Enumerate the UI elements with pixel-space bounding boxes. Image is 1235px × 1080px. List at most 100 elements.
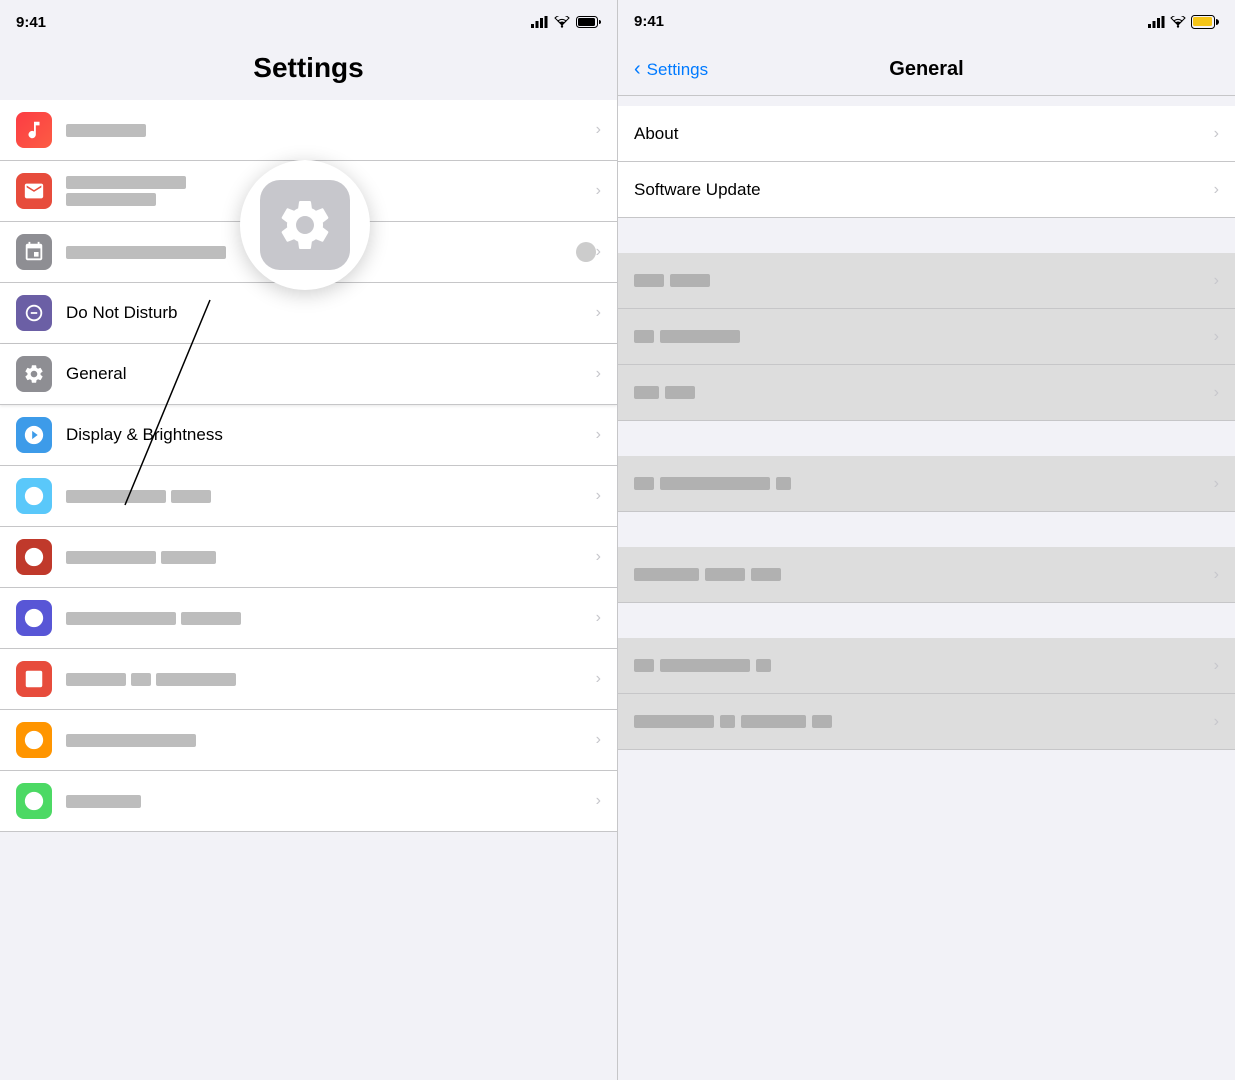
list-item-12[interactable]: ›: [0, 771, 617, 832]
list-item-9[interactable]: ›: [0, 588, 617, 649]
blurred-12a: [66, 795, 141, 808]
blur-r3: [634, 386, 695, 399]
chevron-icon: ›: [596, 182, 601, 200]
blurred-10a: [66, 673, 126, 686]
display-icon: [16, 417, 52, 453]
gear-circle-overlay: [240, 160, 370, 290]
right-item-r4[interactable]: ›: [618, 456, 1235, 512]
blur-block-r6b: [660, 659, 750, 672]
section-gap-top: [618, 96, 1235, 106]
chevron-icon: ›: [596, 304, 601, 322]
right-status-icons: [1148, 15, 1219, 29]
blur-block-r1b: [670, 274, 710, 287]
blurred-text-3: [66, 246, 226, 259]
back-label: Settings: [647, 60, 708, 80]
right-item-r2[interactable]: ›: [618, 309, 1235, 365]
right-item-r6[interactable]: ›: [618, 638, 1235, 694]
do-not-disturb-label: Do Not Disturb: [66, 303, 596, 323]
blur-r4: [634, 477, 791, 490]
blurred-11a: [66, 734, 196, 747]
item8-icon: [16, 539, 52, 575]
blur-r2: [634, 330, 740, 343]
list-item-11[interactable]: ›: [0, 710, 617, 771]
right-item-software-update[interactable]: Software Update ›: [618, 162, 1235, 218]
section-divider-3: [618, 512, 1235, 547]
general-icon: [16, 356, 52, 392]
display-label: Display & Brightness: [66, 425, 596, 445]
right-item-r5[interactable]: ›: [618, 547, 1235, 603]
blurred-10c: [156, 673, 236, 686]
blur-block-r7c: [741, 715, 806, 728]
chevron-r1: ›: [1214, 272, 1219, 290]
blur-block-r4b: [660, 477, 770, 490]
blur-block-r7d: [812, 715, 832, 728]
right-item-r1[interactable]: ›: [618, 253, 1235, 309]
right-panel: 9:41 ‹ Settings General About ›: [617, 0, 1235, 1080]
blur-block-r1a: [634, 274, 664, 287]
right-item-r7[interactable]: ›: [618, 694, 1235, 750]
chevron-icon: ›: [596, 731, 601, 749]
chevron-icon: ›: [596, 243, 601, 261]
list-item-general[interactable]: General ›: [0, 344, 617, 405]
software-update-label: Software Update: [634, 180, 1214, 200]
chevron-r6: ›: [1214, 657, 1219, 675]
blurred-text-2a: [66, 176, 186, 189]
list-item-do-not-disturb[interactable]: Do Not Disturb ›: [0, 283, 617, 344]
badge: [576, 242, 596, 262]
list-item-display[interactable]: Display & Brightness ›: [0, 405, 617, 466]
chevron-icon: ›: [596, 609, 601, 627]
blur-block-r7b: [720, 715, 735, 728]
right-battery-icon: [1191, 15, 1219, 29]
list-item-10[interactable]: ›: [0, 649, 617, 710]
blur-block-r7a: [634, 715, 714, 728]
right-nav-title: General: [889, 58, 963, 81]
blur-r1: [634, 274, 710, 287]
signal-icon: [531, 16, 548, 28]
wifi-icon: [554, 16, 570, 28]
blur-block-r2a: [634, 330, 654, 343]
chevron-r4: ›: [1214, 475, 1219, 493]
blur-block-r6a: [634, 659, 654, 672]
list-item-music[interactable]: ›: [0, 100, 617, 161]
chevron-r2: ›: [1214, 328, 1219, 346]
item2-icon: [16, 173, 52, 209]
blurred-9a: [66, 612, 176, 625]
item11-icon: [16, 722, 52, 758]
right-item-r3[interactable]: ›: [618, 365, 1235, 421]
section-divider-1: [618, 218, 1235, 253]
blurred-10b: [131, 673, 151, 686]
battery-icon: [576, 16, 601, 28]
item12-icon: [16, 783, 52, 819]
list-item-7[interactable]: ›: [0, 466, 617, 527]
gear-icon-large: [260, 180, 350, 270]
blur-block-r5a: [634, 568, 699, 581]
right-nav-bar: ‹ Settings General: [618, 44, 1235, 96]
chevron-r5: ›: [1214, 566, 1219, 584]
blur-block-r6c: [756, 659, 771, 672]
chevron-icon: ›: [596, 792, 601, 810]
chevron-icon: ›: [596, 426, 601, 444]
chevron-r7: ›: [1214, 713, 1219, 731]
status-time-left: 9:41: [16, 14, 46, 31]
chevron-software: ›: [1214, 181, 1219, 199]
right-status-bar: 9:41: [618, 0, 1235, 44]
list-item-8[interactable]: ›: [0, 527, 617, 588]
music-icon: [16, 112, 52, 148]
blur-block-r5c: [751, 568, 781, 581]
blur-block-r4c: [776, 477, 791, 490]
item9-icon: [16, 600, 52, 636]
item10-icon: [16, 661, 52, 697]
blurred-8a: [66, 551, 156, 564]
chevron-icon: ›: [596, 548, 601, 566]
section-divider-4: [618, 603, 1235, 638]
blur-r5: [634, 568, 781, 581]
blurred-9b: [181, 612, 241, 625]
right-settings-list: About › Software Update › › ›: [618, 96, 1235, 1080]
right-item-about[interactable]: About ›: [618, 106, 1235, 162]
gear-icon: [275, 195, 335, 255]
blur-block-r3b: [665, 386, 695, 399]
blur-block-r3a: [634, 386, 659, 399]
back-button[interactable]: ‹ Settings: [634, 58, 708, 81]
chevron-icon: ›: [596, 670, 601, 688]
blurred-7b: [171, 490, 211, 503]
